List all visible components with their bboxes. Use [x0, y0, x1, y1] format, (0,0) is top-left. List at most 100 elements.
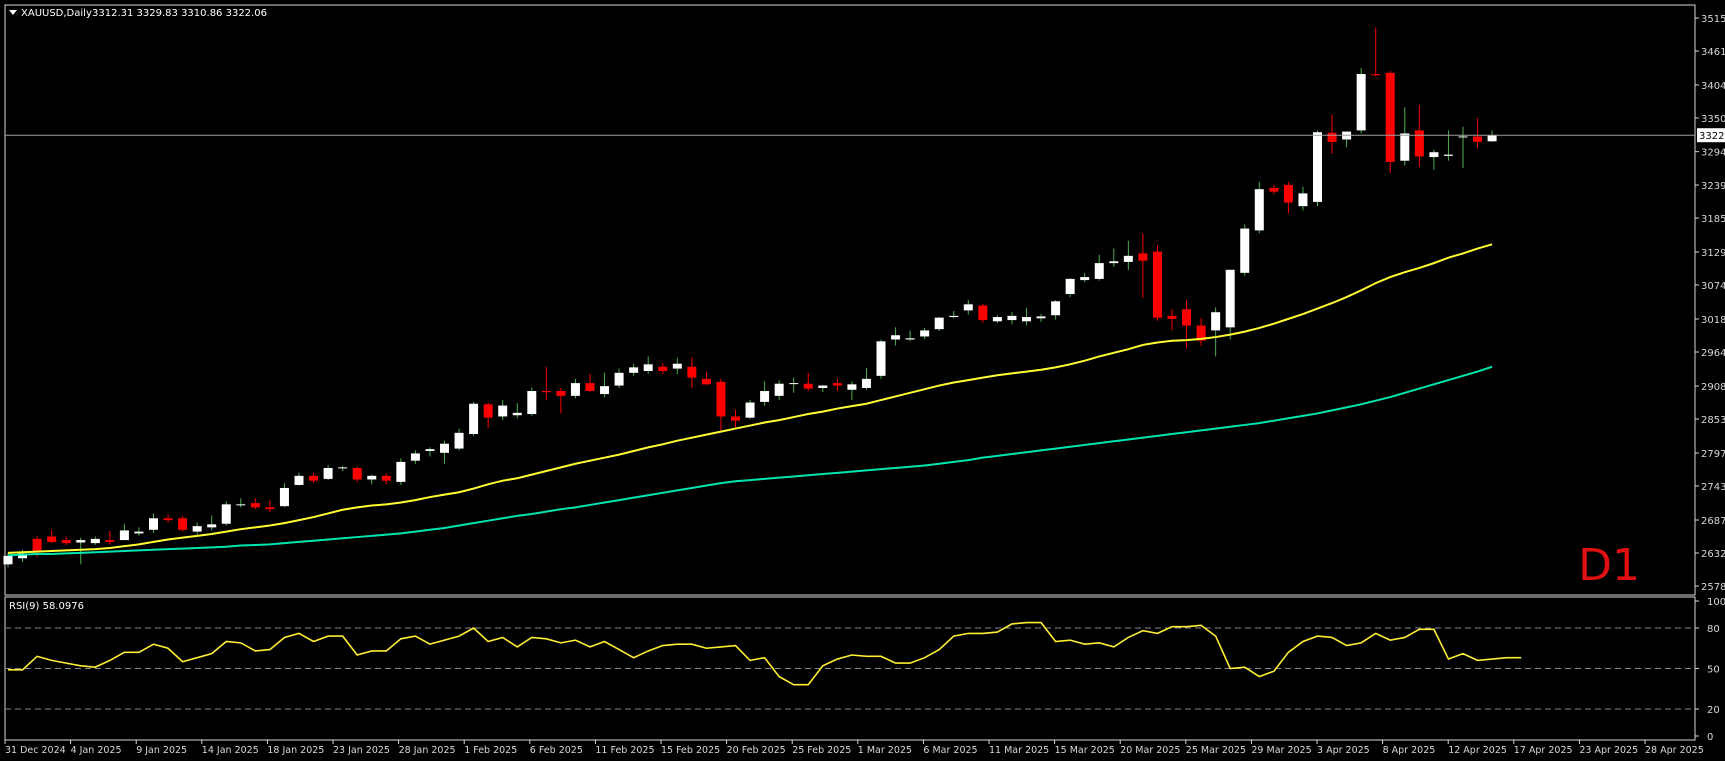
- bear-candle: [381, 475, 391, 481]
- date-tick-label: 28 Apr 2025: [1645, 745, 1704, 756]
- bull-candle: [1123, 255, 1133, 262]
- bull-candle: [672, 363, 682, 369]
- date-tick-label: 31 Dec 2024: [5, 745, 66, 756]
- price-tick-label: 3461.00: [1701, 47, 1725, 58]
- bull-candle: [818, 385, 828, 388]
- bull-candle: [192, 526, 202, 532]
- bear-candle: [1138, 253, 1148, 261]
- bear-candle: [1473, 136, 1483, 142]
- bear-candle: [1269, 187, 1279, 192]
- date-tick-label: 15 Feb 2025: [661, 745, 720, 756]
- bull-candle: [207, 524, 217, 528]
- bull-candle: [1254, 189, 1264, 231]
- bull-candle: [891, 335, 901, 340]
- bull-candle: [1065, 278, 1075, 295]
- bull-candle: [1109, 261, 1119, 264]
- bull-candle: [134, 531, 144, 534]
- bull-candle: [1080, 277, 1090, 281]
- bull-candle: [512, 412, 522, 416]
- date-tick-label: 25 Mar 2025: [1186, 745, 1246, 756]
- bear-candle: [832, 383, 842, 386]
- bear-candle: [47, 536, 57, 542]
- bull-candle: [425, 449, 435, 451]
- rsi-tick-label: 50: [1707, 665, 1720, 676]
- date-tick-label: 28 Jan 2025: [399, 745, 456, 756]
- bull-candle: [1400, 133, 1410, 161]
- date-tick-label: 9 Jan 2025: [136, 745, 187, 756]
- bull-candle: [1007, 315, 1017, 321]
- date-tick-label: 18 Jan 2025: [267, 745, 324, 756]
- chart-canvas[interactable]: 3515.45 3461.00 3404.90 3350.45 3294.90 3239.…: [0, 0, 1725, 757]
- bear-candle: [978, 305, 988, 321]
- bull-candle: [963, 304, 973, 311]
- timeframe-watermark: D1: [1578, 540, 1640, 591]
- date-tick-label: 8 Apr 2025: [1383, 745, 1436, 756]
- bull-candle: [1487, 135, 1497, 142]
- date-tick-label: 23 Jan 2025: [333, 745, 390, 756]
- price-tick-label: 2797.70: [1701, 449, 1725, 460]
- bull-candle: [774, 383, 784, 396]
- price-tick-label: 3515.45: [1701, 14, 1725, 25]
- bull-candle: [934, 317, 944, 330]
- bear-candle: [32, 538, 42, 553]
- bear-candle: [1385, 72, 1395, 162]
- bull-candle: [1240, 228, 1250, 273]
- bear-candle: [178, 518, 188, 530]
- symbol-header: XAUUSD,Daily: [21, 8, 92, 19]
- price-tick-label: 3294.90: [1701, 148, 1725, 159]
- date-tick-label: 29 Mar 2025: [1251, 745, 1311, 756]
- rsi-tick-label: 0: [1707, 732, 1713, 743]
- date-tick-label: 4 Jan 2025: [71, 745, 122, 756]
- bear-candle: [803, 383, 813, 389]
- date-tick-label: 6 Feb 2025: [530, 745, 583, 756]
- bull-candle: [760, 391, 770, 402]
- price-tick-label: 3018.80: [1701, 315, 1725, 326]
- bull-candle: [1094, 263, 1104, 279]
- bull-candle: [570, 383, 580, 396]
- bull-candle: [1429, 152, 1439, 158]
- bear-candle: [250, 503, 260, 508]
- bull-candle: [1022, 317, 1031, 322]
- trading-chart[interactable]: 3515.45 3461.00 3404.90 3350.45 3294.90 3239.…: [0, 0, 1725, 757]
- rsi-tick-label: 100: [1707, 597, 1725, 608]
- price-tick-label: 3185.45: [1701, 214, 1725, 225]
- bull-candle: [440, 443, 449, 453]
- chart-background: [0, 0, 1725, 757]
- date-tick-label: 11 Mar 2025: [989, 745, 1049, 756]
- bull-candle: [1211, 312, 1221, 331]
- bull-candle: [469, 403, 479, 435]
- bull-candle: [149, 518, 158, 530]
- bear-candle: [163, 518, 173, 521]
- price-tick-label: 2578.25: [1701, 582, 1725, 593]
- bear-candle: [105, 540, 115, 542]
- bear-candle: [556, 391, 566, 396]
- bear-candle: [1152, 251, 1162, 318]
- bull-candle: [876, 341, 886, 376]
- rsi-tick-label: 80: [1707, 624, 1720, 635]
- bull-candle: [279, 487, 289, 507]
- price-tick-label: 2632.70: [1701, 549, 1725, 560]
- bull-candle: [1298, 193, 1308, 207]
- bull-candle: [1051, 301, 1061, 316]
- price-tick-label: 2908.25: [1701, 382, 1725, 393]
- bear-candle: [61, 540, 71, 544]
- bull-candle: [498, 405, 508, 417]
- bull-candle: [1458, 136, 1468, 138]
- bull-candle: [992, 317, 1002, 322]
- bull-candle: [600, 386, 610, 395]
- bull-candle: [367, 475, 377, 480]
- price-tick-label: 2853.80: [1701, 415, 1725, 426]
- date-tick-label: 1 Feb 2025: [464, 745, 517, 756]
- bull-candle: [861, 378, 871, 388]
- bull-candle: [920, 330, 930, 337]
- bull-candle: [629, 367, 639, 373]
- bear-candle: [1371, 74, 1381, 76]
- bear-candle: [1182, 309, 1192, 326]
- bear-candle: [309, 475, 319, 481]
- bull-candle: [1443, 154, 1453, 156]
- date-tick-label: 1 Mar 2025: [858, 745, 912, 756]
- bull-candle: [905, 338, 915, 340]
- date-tick-label: 6 Mar 2025: [923, 745, 977, 756]
- bear-candle: [541, 391, 551, 393]
- bull-candle: [1225, 269, 1235, 328]
